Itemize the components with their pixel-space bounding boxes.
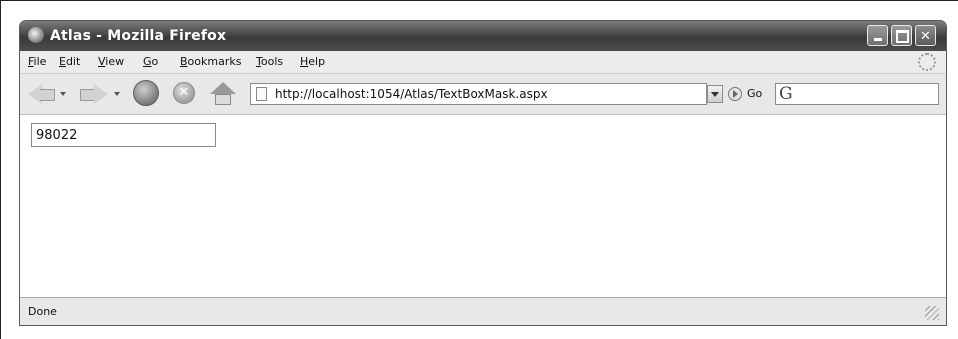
back-history-dropdown-icon[interactable] bbox=[60, 92, 66, 96]
title-bar[interactable]: Atlas - Mozilla Firefox ✕ bbox=[20, 21, 946, 51]
status-bar: Done bbox=[20, 297, 946, 325]
menu-edit[interactable]: Edit bbox=[59, 55, 80, 68]
page-icon bbox=[256, 87, 267, 101]
minimize-icon bbox=[874, 38, 882, 41]
firefox-icon bbox=[28, 27, 44, 43]
menu-bar: File Edit View Go Bookmarks Tools Help bbox=[20, 51, 946, 74]
maximize-button[interactable] bbox=[891, 25, 912, 46]
search-bar[interactable]: G bbox=[775, 83, 939, 105]
menu-bookmarks[interactable]: Bookmarks bbox=[180, 55, 241, 68]
reload-button[interactable] bbox=[133, 80, 159, 106]
resize-grip-icon[interactable] bbox=[925, 306, 939, 320]
go-button[interactable]: Go bbox=[747, 87, 762, 100]
menu-view[interactable]: View bbox=[98, 55, 124, 68]
menu-help[interactable]: Help bbox=[300, 55, 325, 68]
search-engine-icon[interactable]: G bbox=[779, 85, 799, 103]
go-icon[interactable] bbox=[728, 87, 742, 101]
forward-history-dropdown-icon[interactable] bbox=[114, 92, 120, 96]
address-bar[interactable]: http://localhost:1054/Atlas/TextBoxMask.… bbox=[250, 83, 707, 105]
forward-button[interactable] bbox=[80, 82, 108, 106]
url-text[interactable]: http://localhost:1054/Atlas/TextBoxMask.… bbox=[275, 87, 548, 101]
close-icon: ✕ bbox=[920, 29, 931, 44]
status-text: Done bbox=[28, 305, 57, 318]
maximize-icon bbox=[896, 30, 909, 43]
minimize-button[interactable] bbox=[867, 25, 888, 46]
frame-border-left bbox=[0, 0, 1, 339]
page-content bbox=[20, 115, 946, 297]
menu-tools[interactable]: Tools bbox=[256, 55, 283, 68]
frame-border-top bbox=[0, 0, 958, 1]
back-button[interactable] bbox=[28, 82, 55, 106]
menu-go[interactable]: Go bbox=[143, 55, 158, 68]
close-button[interactable]: ✕ bbox=[915, 25, 936, 46]
throbber-icon bbox=[918, 53, 936, 71]
masked-textbox[interactable] bbox=[31, 123, 216, 147]
menu-file[interactable]: File bbox=[28, 55, 46, 68]
stop-button[interactable]: ✕ bbox=[173, 82, 195, 104]
stop-icon: ✕ bbox=[178, 85, 190, 100]
navigation-toolbar: ✕ http://localhost:1054/Atlas/TextBoxMas… bbox=[20, 74, 946, 115]
browser-window: Atlas - Mozilla Firefox ✕ File Edit View… bbox=[19, 20, 947, 326]
home-button[interactable] bbox=[210, 82, 236, 106]
url-dropdown-button[interactable] bbox=[707, 85, 723, 103]
window-title: Atlas - Mozilla Firefox bbox=[50, 28, 227, 44]
